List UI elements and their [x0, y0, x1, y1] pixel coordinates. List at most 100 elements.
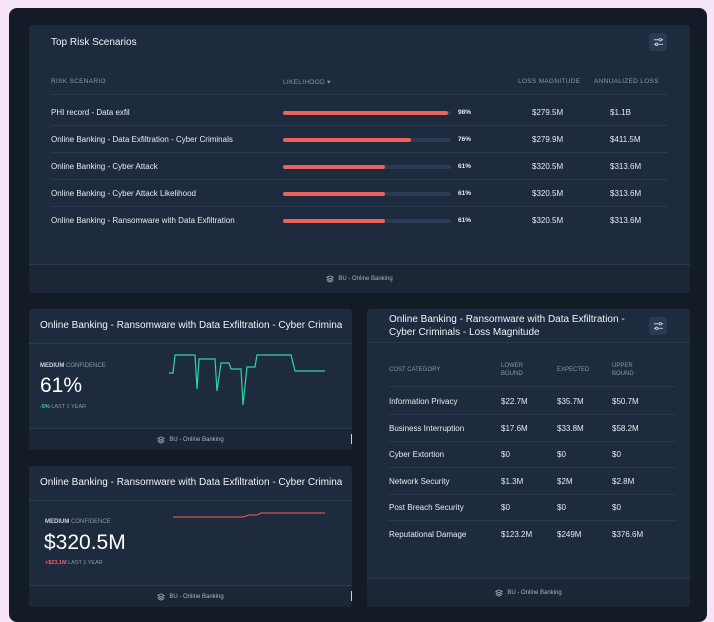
- annualized-loss-value: $313.6M: [610, 189, 642, 198]
- card-footer: BU - Online Banking: [29, 264, 690, 293]
- confidence-level: MEDIUM: [40, 363, 65, 369]
- cost-category-cell: Cyber Extortion: [389, 450, 445, 459]
- loss-value: $320.5M: [44, 531, 126, 554]
- lower-bound-cell: $0: [501, 503, 510, 512]
- risk-scenario-link[interactable]: Online Banking - Cyber Attack: [51, 162, 158, 171]
- cost-category-cell: Reputational Damage: [389, 530, 467, 539]
- upper-bound-cell: $0: [612, 503, 621, 512]
- header-divider: [51, 94, 668, 95]
- cost-category-cell: Post Breach Security: [389, 503, 464, 512]
- likelihood-sparkline: [169, 354, 325, 406]
- row-divider: [51, 179, 668, 180]
- expected-cell: $0: [557, 450, 566, 459]
- likelihood-bar: [283, 165, 451, 169]
- upper-bound-cell: $58.2M: [612, 424, 639, 433]
- sliders-icon: [653, 37, 663, 46]
- likelihood-bar-fill: [283, 192, 385, 196]
- divider: [29, 343, 352, 344]
- divider: [367, 342, 690, 343]
- likelihood-bar-fill: [283, 219, 385, 223]
- likelihood-bar-fill: [283, 165, 385, 169]
- likelihood-delta: -5% LAST 1 YEAR: [40, 404, 86, 410]
- delta-value: -5%: [40, 404, 50, 410]
- header-lower-bound[interactable]: LOWER BOUND: [501, 362, 541, 378]
- annualized-loss-value: $313.6M: [610, 162, 642, 171]
- risk-scenario-link[interactable]: Online Banking - Ransomware with Data Ex…: [51, 216, 235, 225]
- likelihood-percent: 61%: [458, 190, 472, 197]
- header-loss-magnitude[interactable]: LOSS MAGNITUDE: [518, 78, 580, 85]
- loss-magnitude-value: $279.9M: [532, 135, 564, 144]
- metric-title: Online Banking - Ransomware with Data Ex…: [40, 477, 342, 488]
- expected-cell: $249M: [557, 530, 582, 539]
- confidence-label: MEDIUM CONFIDENCE: [45, 519, 111, 525]
- footer-label: BU - Online Banking: [169, 593, 224, 600]
- likelihood-bar: [283, 219, 451, 223]
- expected-cell: $0: [557, 503, 566, 512]
- row-divider: [389, 441, 675, 442]
- card-footer: BU - Online Banking: [367, 578, 690, 607]
- row-divider: [389, 494, 675, 495]
- delta-period: LAST 1 YEAR: [51, 404, 86, 410]
- confidence-level: MEDIUM: [45, 519, 70, 525]
- header-upper-bound[interactable]: UPPER BOUND: [612, 362, 652, 378]
- likelihood-percent: 76%: [458, 136, 472, 143]
- delta-value: +$23.1M: [45, 560, 67, 566]
- confidence-word: CONFIDENCE: [71, 519, 111, 525]
- header-annualized-loss[interactable]: ANNUALIZED LOSS: [594, 78, 659, 85]
- loss-table-title: Online Banking - Ransomware with Data Ex…: [389, 314, 625, 338]
- metric-footer: BU - Online Banking: [29, 585, 352, 607]
- delta-period: LAST 1 YEAR: [68, 560, 103, 566]
- divider: [29, 500, 352, 501]
- header-expected[interactable]: EXPECTED: [557, 366, 589, 374]
- expected-cell: $2M: [557, 477, 573, 486]
- row-divider: [51, 125, 668, 126]
- resize-handle[interactable]: [351, 434, 352, 444]
- upper-bound-cell: $2.8M: [612, 477, 635, 486]
- header-divider: [389, 386, 675, 387]
- metric-footer: BU - Online Banking: [29, 428, 352, 450]
- header-risk-scenario[interactable]: RISK SCENARIO: [51, 78, 106, 85]
- header-likelihood[interactable]: LIKELIHOOD ▾: [283, 78, 331, 86]
- loss-sparkline: [173, 512, 325, 518]
- confidence-label: MEDIUM CONFIDENCE: [40, 363, 106, 369]
- metric-title: Online Banking - Ransomware with Data Ex…: [40, 320, 342, 331]
- filter-button[interactable]: [649, 317, 667, 335]
- risk-scenario-link[interactable]: Online Banking - Cyber Attack Likelihood: [51, 189, 196, 198]
- risk-scenario-link[interactable]: Online Banking - Data Exfiltration - Cyb…: [51, 135, 233, 144]
- lower-bound-cell: $123.2M: [501, 530, 533, 539]
- likelihood-percent: 61%: [458, 163, 472, 170]
- likelihood-bar: [283, 192, 451, 196]
- row-divider: [51, 206, 668, 207]
- row-divider: [389, 520, 675, 521]
- business-unit-icon: [157, 592, 166, 601]
- top-risk-scenarios-card: Top Risk Scenarios RISK SCENARIO LIKELIH…: [29, 25, 690, 293]
- footer-label: BU - Online Banking: [169, 436, 224, 443]
- header-cost-category[interactable]: COST CATEGORY: [389, 366, 440, 374]
- expected-cell: $33.8M: [557, 424, 584, 433]
- business-unit-icon: [157, 435, 166, 444]
- card-title: Top Risk Scenarios: [51, 37, 137, 48]
- filter-button[interactable]: [649, 33, 667, 51]
- risk-scenario-link[interactable]: PHI record - Data exfil: [51, 108, 130, 117]
- lower-bound-cell: $0: [501, 450, 510, 459]
- confidence-word: CONFIDENCE: [66, 363, 106, 369]
- expected-cell: $35.7M: [557, 397, 584, 406]
- likelihood-percent: 98%: [458, 109, 472, 116]
- likelihood-bar: [283, 138, 451, 142]
- annualized-loss-value: $1.1B: [610, 108, 631, 117]
- business-unit-icon: [326, 275, 335, 283]
- resize-handle[interactable]: [351, 591, 352, 601]
- loss-magnitude-value: $279.5M: [532, 108, 564, 117]
- lower-bound-cell: $17.6M: [501, 424, 528, 433]
- upper-bound-cell: $376.6M: [612, 530, 644, 539]
- row-divider: [389, 467, 675, 468]
- loss-magnitude-value: $320.5M: [532, 162, 564, 171]
- sliders-icon: [653, 321, 663, 330]
- loss-magnitude-card: Online Banking - Ransomware with Data Ex…: [367, 309, 690, 607]
- business-unit-icon: [495, 589, 504, 597]
- lower-bound-cell: $1.3M: [501, 477, 524, 486]
- lower-bound-cell: $22.7M: [501, 397, 528, 406]
- likelihood-metric-card: Online Banking - Ransomware with Data Ex…: [29, 309, 352, 450]
- loss-magnitude-value: $320.5M: [532, 189, 564, 198]
- cost-category-cell: Business Interruption: [389, 424, 465, 433]
